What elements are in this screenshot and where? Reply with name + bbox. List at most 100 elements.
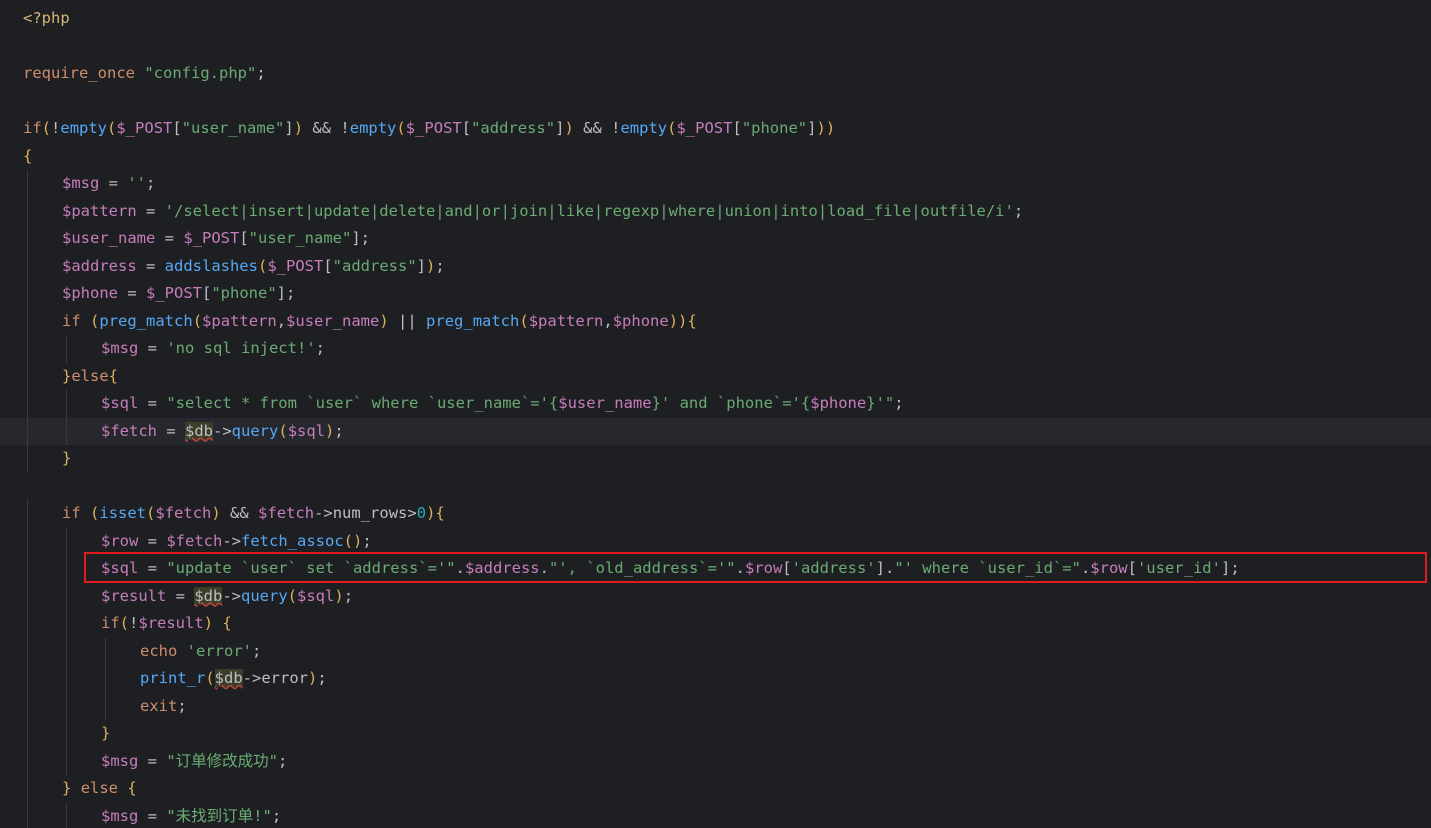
code-text: $user_name = $_POST["user_name"]; <box>62 225 370 253</box>
code-token: , <box>603 311 613 330</box>
code-text: }else{ <box>62 363 118 391</box>
code-line[interactable]: $user_name = $_POST["user_name"]; <box>0 225 1431 253</box>
code-token: { <box>127 779 137 797</box>
code-token: $result <box>101 586 167 605</box>
code-line[interactable]: if (preg_match($pattern,$user_name) || p… <box>0 307 1431 335</box>
code-token: . <box>884 559 895 577</box>
code-token: && ! <box>303 119 350 137</box>
code-token: ( <box>278 421 288 440</box>
indent-guide <box>27 665 28 693</box>
code-token: "phone" <box>211 284 277 302</box>
code-token: ] <box>416 256 427 275</box>
code-token: $row <box>1090 559 1128 577</box>
code-token: ; <box>1013 201 1024 220</box>
code-editor[interactable]: <?php require_once "config.php"; if(!empty… <box>0 0 1431 828</box>
code-token: ( <box>257 256 268 275</box>
code-token: ( <box>107 119 117 137</box>
code-line[interactable]: print_r($db->error); <box>0 665 1431 693</box>
code-line[interactable]: $fetch = $db->query($sql); <box>0 417 1431 446</box>
code-line[interactable] <box>0 33 1431 61</box>
code-token: = <box>138 339 167 357</box>
code-token: . <box>735 559 745 577</box>
code-line[interactable]: <?php <box>0 5 1431 33</box>
code-line[interactable]: }else{ <box>0 362 1431 391</box>
code-line[interactable]: if(!empty($_POST["user_name"]) && !empty… <box>0 115 1431 143</box>
code-token: ( <box>519 311 529 330</box>
code-token: ) <box>308 669 318 687</box>
indent-guide <box>66 335 67 363</box>
code-line[interactable]: $pattern = '/select|insert|update|delete… <box>0 197 1431 225</box>
code-line[interactable]: { <box>0 143 1431 171</box>
code-line[interactable]: $sql = "update `user` set `address`='".$… <box>0 555 1431 583</box>
indent-guide <box>27 307 28 335</box>
code-token: = <box>99 174 128 192</box>
code-line[interactable]: $address = addslashes($_POST["address"])… <box>0 252 1431 280</box>
code-line[interactable]: exit; <box>0 692 1431 720</box>
code-token: ) <box>325 421 335 440</box>
code-token: ; <box>146 174 156 192</box>
code-line[interactable]: require_once "config.php"; <box>0 60 1431 88</box>
code-line[interactable]: if (isset($fetch) && $fetch->num_rows>0)… <box>0 500 1431 528</box>
code-token: = <box>138 394 167 412</box>
code-text: $msg = "未找到订单!"; <box>101 803 281 828</box>
code-token: ) <box>426 504 436 522</box>
code-text: require_once "config.php"; <box>23 60 266 88</box>
indent-guide <box>27 555 28 583</box>
indent-guide <box>66 637 67 665</box>
code-token: ) <box>564 119 574 137</box>
code-line[interactable]: } else { <box>0 775 1431 803</box>
code-text: $fetch = $db->query($sql); <box>101 418 344 446</box>
code-line[interactable]: $row = $fetch->fetch_assoc(); <box>0 527 1431 555</box>
code-token: num_rows <box>332 504 408 522</box>
code-line[interactable]: if(!$result) { <box>0 610 1431 638</box>
code-line[interactable]: $sql = "select * from `user` where `user… <box>0 390 1431 418</box>
code-token: if <box>62 504 81 522</box>
code-line[interactable]: $msg = "未找到订单!"; <box>0 802 1431 828</box>
code-token: [ <box>202 284 212 302</box>
code-token: -> <box>242 669 262 687</box>
code-token: preg_match <box>99 311 193 330</box>
code-text: $msg = ''; <box>62 170 155 198</box>
indent-guide <box>27 637 28 665</box>
code-text: if (isset($fetch) && $fetch->num_rows>0)… <box>62 500 445 528</box>
indent-guide <box>27 802 28 828</box>
code-token: = <box>138 806 167 825</box>
code-line[interactable] <box>0 88 1431 116</box>
code-token: $phone <box>612 311 669 330</box>
indent-guide <box>66 555 67 583</box>
code-token: { <box>687 311 697 330</box>
code-token: ; <box>315 339 325 357</box>
code-token: $fetch <box>258 504 315 522</box>
code-text: if(!$result) { <box>101 610 232 638</box>
code-token: $user_name <box>558 394 652 412</box>
code-line[interactable]: } <box>0 445 1431 473</box>
code-text: } else { <box>62 775 137 803</box>
code-token: ] <box>1220 559 1231 577</box>
code-line[interactable]: $msg = "订单修改成功"; <box>0 747 1431 775</box>
code-token: "address" <box>332 256 417 275</box>
code-token: } <box>62 779 72 797</box>
code-line[interactable]: $phone = $_POST["phone"]; <box>0 280 1431 308</box>
code-token: isset <box>99 504 147 522</box>
code-token: = <box>166 586 195 605</box>
code-line[interactable]: $msg = 'no sql inject!'; <box>0 335 1431 363</box>
code-line[interactable] <box>0 473 1431 501</box>
code-token: { <box>23 146 33 165</box>
code-token: require_once <box>23 64 135 82</box>
code-token: && <box>220 504 259 522</box>
code-token: 'no sql inject!' <box>166 339 316 357</box>
code-token: empty <box>60 119 108 137</box>
code-token: = <box>138 559 167 577</box>
code-token: ] <box>875 559 885 577</box>
code-token: [ <box>239 229 249 247</box>
code-token: ( <box>41 119 52 137</box>
code-token: -> <box>222 586 241 605</box>
code-line[interactable]: $msg = ''; <box>0 170 1431 198</box>
indent-guide <box>27 280 28 308</box>
code-line[interactable]: echo 'error'; <box>0 637 1431 665</box>
code-line[interactable]: } <box>0 720 1431 748</box>
code-token: ; <box>894 394 904 412</box>
code-line[interactable]: $result = $db->query($sql); <box>0 582 1431 610</box>
